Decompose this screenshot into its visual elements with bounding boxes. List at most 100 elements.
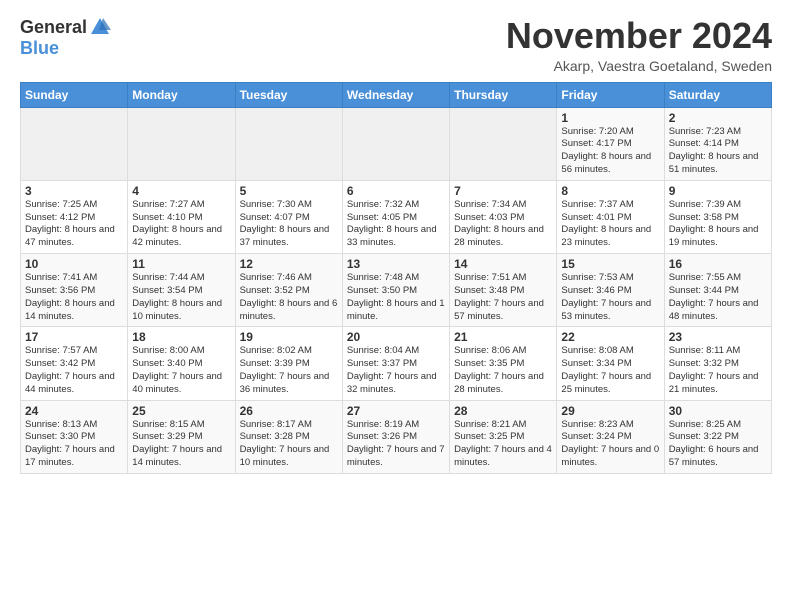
calendar-cell: 20Sunrise: 8:04 AM Sunset: 3:37 PM Dayli… <box>342 327 449 400</box>
day-info: Sunrise: 7:30 AM Sunset: 4:07 PM Dayligh… <box>240 199 338 250</box>
calendar-cell: 7Sunrise: 7:34 AM Sunset: 4:03 PM Daylig… <box>450 180 557 253</box>
calendar-cell <box>128 107 235 180</box>
calendar-week-row: 3Sunrise: 7:25 AM Sunset: 4:12 PM Daylig… <box>21 180 772 253</box>
day-info: Sunrise: 8:02 AM Sunset: 3:39 PM Dayligh… <box>240 345 338 396</box>
day-info: Sunrise: 7:20 AM Sunset: 4:17 PM Dayligh… <box>561 126 659 177</box>
calendar-cell <box>450 107 557 180</box>
day-number: 28 <box>454 404 552 418</box>
day-info: Sunrise: 7:55 AM Sunset: 3:44 PM Dayligh… <box>669 272 767 323</box>
day-info: Sunrise: 8:04 AM Sunset: 3:37 PM Dayligh… <box>347 345 445 396</box>
day-number: 17 <box>25 330 123 344</box>
day-number: 6 <box>347 184 445 198</box>
day-info: Sunrise: 8:17 AM Sunset: 3:28 PM Dayligh… <box>240 419 338 470</box>
day-info: Sunrise: 8:23 AM Sunset: 3:24 PM Dayligh… <box>561 419 659 470</box>
day-info: Sunrise: 7:23 AM Sunset: 4:14 PM Dayligh… <box>669 126 767 177</box>
logo-general: General <box>20 17 87 38</box>
calendar-cell: 22Sunrise: 8:08 AM Sunset: 3:34 PM Dayli… <box>557 327 664 400</box>
weekday-header: Friday <box>557 82 664 107</box>
calendar-week-row: 24Sunrise: 8:13 AM Sunset: 3:30 PM Dayli… <box>21 400 772 473</box>
calendar-cell: 3Sunrise: 7:25 AM Sunset: 4:12 PM Daylig… <box>21 180 128 253</box>
day-info: Sunrise: 7:32 AM Sunset: 4:05 PM Dayligh… <box>347 199 445 250</box>
calendar-cell: 17Sunrise: 7:57 AM Sunset: 3:42 PM Dayli… <box>21 327 128 400</box>
day-info: Sunrise: 8:00 AM Sunset: 3:40 PM Dayligh… <box>132 345 230 396</box>
day-info: Sunrise: 8:21 AM Sunset: 3:25 PM Dayligh… <box>454 419 552 470</box>
day-info: Sunrise: 8:06 AM Sunset: 3:35 PM Dayligh… <box>454 345 552 396</box>
month-title: November 2024 <box>506 16 772 56</box>
day-number: 26 <box>240 404 338 418</box>
calendar-cell: 13Sunrise: 7:48 AM Sunset: 3:50 PM Dayli… <box>342 254 449 327</box>
calendar-cell: 24Sunrise: 8:13 AM Sunset: 3:30 PM Dayli… <box>21 400 128 473</box>
page: General Blue November 2024 Akarp, Vaestr… <box>0 0 792 612</box>
day-info: Sunrise: 7:57 AM Sunset: 3:42 PM Dayligh… <box>25 345 123 396</box>
day-info: Sunrise: 8:11 AM Sunset: 3:32 PM Dayligh… <box>669 345 767 396</box>
day-number: 13 <box>347 257 445 271</box>
day-info: Sunrise: 7:25 AM Sunset: 4:12 PM Dayligh… <box>25 199 123 250</box>
calendar-cell: 23Sunrise: 8:11 AM Sunset: 3:32 PM Dayli… <box>664 327 771 400</box>
day-info: Sunrise: 7:46 AM Sunset: 3:52 PM Dayligh… <box>240 272 338 323</box>
day-info: Sunrise: 7:39 AM Sunset: 3:58 PM Dayligh… <box>669 199 767 250</box>
calendar-cell: 26Sunrise: 8:17 AM Sunset: 3:28 PM Dayli… <box>235 400 342 473</box>
day-info: Sunrise: 7:37 AM Sunset: 4:01 PM Dayligh… <box>561 199 659 250</box>
calendar-cell: 2Sunrise: 7:23 AM Sunset: 4:14 PM Daylig… <box>664 107 771 180</box>
day-info: Sunrise: 8:08 AM Sunset: 3:34 PM Dayligh… <box>561 345 659 396</box>
day-number: 23 <box>669 330 767 344</box>
day-info: Sunrise: 7:48 AM Sunset: 3:50 PM Dayligh… <box>347 272 445 323</box>
calendar-cell: 1Sunrise: 7:20 AM Sunset: 4:17 PM Daylig… <box>557 107 664 180</box>
logo-icon <box>89 16 111 38</box>
calendar-cell: 25Sunrise: 8:15 AM Sunset: 3:29 PM Dayli… <box>128 400 235 473</box>
calendar: SundayMondayTuesdayWednesdayThursdayFrid… <box>20 82 772 474</box>
calendar-cell: 9Sunrise: 7:39 AM Sunset: 3:58 PM Daylig… <box>664 180 771 253</box>
weekday-header: Monday <box>128 82 235 107</box>
day-info: Sunrise: 7:44 AM Sunset: 3:54 PM Dayligh… <box>132 272 230 323</box>
day-info: Sunrise: 7:27 AM Sunset: 4:10 PM Dayligh… <box>132 199 230 250</box>
logo: General Blue <box>20 16 111 59</box>
day-number: 15 <box>561 257 659 271</box>
day-number: 7 <box>454 184 552 198</box>
location-subtitle: Akarp, Vaestra Goetaland, Sweden <box>506 58 772 74</box>
calendar-cell <box>21 107 128 180</box>
day-number: 30 <box>669 404 767 418</box>
calendar-cell: 16Sunrise: 7:55 AM Sunset: 3:44 PM Dayli… <box>664 254 771 327</box>
day-info: Sunrise: 8:19 AM Sunset: 3:26 PM Dayligh… <box>347 419 445 470</box>
calendar-cell: 15Sunrise: 7:53 AM Sunset: 3:46 PM Dayli… <box>557 254 664 327</box>
calendar-cell: 29Sunrise: 8:23 AM Sunset: 3:24 PM Dayli… <box>557 400 664 473</box>
day-number: 4 <box>132 184 230 198</box>
calendar-week-row: 10Sunrise: 7:41 AM Sunset: 3:56 PM Dayli… <box>21 254 772 327</box>
calendar-cell: 12Sunrise: 7:46 AM Sunset: 3:52 PM Dayli… <box>235 254 342 327</box>
day-info: Sunrise: 7:34 AM Sunset: 4:03 PM Dayligh… <box>454 199 552 250</box>
day-number: 3 <box>25 184 123 198</box>
day-info: Sunrise: 8:25 AM Sunset: 3:22 PM Dayligh… <box>669 419 767 470</box>
calendar-header-row: SundayMondayTuesdayWednesdayThursdayFrid… <box>21 82 772 107</box>
calendar-cell <box>235 107 342 180</box>
calendar-cell: 18Sunrise: 8:00 AM Sunset: 3:40 PM Dayli… <box>128 327 235 400</box>
day-number: 21 <box>454 330 552 344</box>
weekday-header: Sunday <box>21 82 128 107</box>
day-info: Sunrise: 7:41 AM Sunset: 3:56 PM Dayligh… <box>25 272 123 323</box>
day-number: 10 <box>25 257 123 271</box>
calendar-cell <box>342 107 449 180</box>
day-number: 19 <box>240 330 338 344</box>
calendar-cell: 14Sunrise: 7:51 AM Sunset: 3:48 PM Dayli… <box>450 254 557 327</box>
day-number: 29 <box>561 404 659 418</box>
calendar-cell: 10Sunrise: 7:41 AM Sunset: 3:56 PM Dayli… <box>21 254 128 327</box>
day-info: Sunrise: 7:53 AM Sunset: 3:46 PM Dayligh… <box>561 272 659 323</box>
day-number: 12 <box>240 257 338 271</box>
calendar-cell: 11Sunrise: 7:44 AM Sunset: 3:54 PM Dayli… <box>128 254 235 327</box>
day-info: Sunrise: 8:15 AM Sunset: 3:29 PM Dayligh… <box>132 419 230 470</box>
day-number: 27 <box>347 404 445 418</box>
calendar-cell: 27Sunrise: 8:19 AM Sunset: 3:26 PM Dayli… <box>342 400 449 473</box>
title-section: November 2024 Akarp, Vaestra Goetaland, … <box>506 16 772 74</box>
calendar-cell: 5Sunrise: 7:30 AM Sunset: 4:07 PM Daylig… <box>235 180 342 253</box>
calendar-cell: 8Sunrise: 7:37 AM Sunset: 4:01 PM Daylig… <box>557 180 664 253</box>
day-info: Sunrise: 8:13 AM Sunset: 3:30 PM Dayligh… <box>25 419 123 470</box>
calendar-cell: 30Sunrise: 8:25 AM Sunset: 3:22 PM Dayli… <box>664 400 771 473</box>
day-number: 2 <box>669 111 767 125</box>
day-number: 8 <box>561 184 659 198</box>
day-number: 22 <box>561 330 659 344</box>
day-number: 16 <box>669 257 767 271</box>
day-number: 20 <box>347 330 445 344</box>
day-number: 14 <box>454 257 552 271</box>
header: General Blue November 2024 Akarp, Vaestr… <box>20 16 772 74</box>
day-number: 11 <box>132 257 230 271</box>
day-number: 25 <box>132 404 230 418</box>
